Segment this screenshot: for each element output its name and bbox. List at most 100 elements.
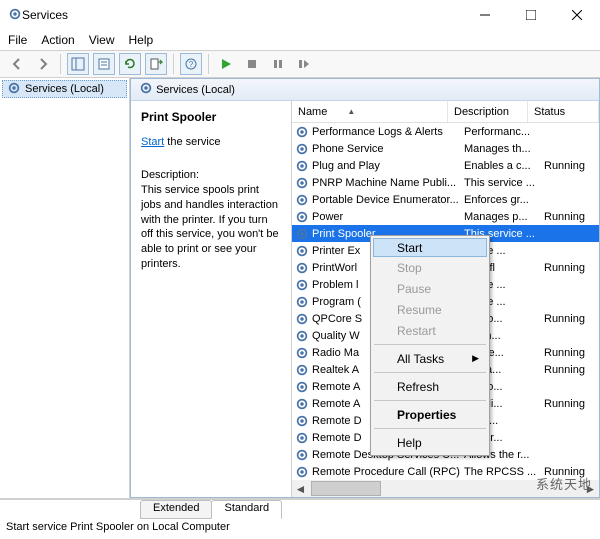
stop-service-button[interactable] (241, 53, 263, 75)
column-status[interactable]: Status (528, 101, 599, 122)
minimize-button[interactable] (462, 0, 508, 30)
service-name: Plug and Play (312, 160, 464, 172)
nav-forward-button[interactable] (32, 53, 54, 75)
maximize-button[interactable] (508, 0, 554, 30)
service-row[interactable]: Plug and PlayEnables a c...Running (292, 157, 599, 174)
gear-icon (294, 430, 310, 446)
service-status: Running (544, 364, 597, 376)
description-label: Description: (141, 168, 281, 183)
start-service-button[interactable] (215, 53, 237, 75)
svg-text:?: ? (189, 60, 194, 69)
gear-icon (294, 294, 310, 310)
service-status: Running (544, 347, 597, 359)
ctx-restart: Restart (373, 320, 487, 341)
service-name: Power (312, 211, 464, 223)
service-status: Running (544, 211, 597, 223)
scroll-thumb[interactable] (311, 481, 381, 496)
tab-extended[interactable]: Extended (140, 500, 212, 519)
column-name[interactable]: Name▲ (292, 101, 448, 122)
right-pane-title: Services (Local) (156, 84, 235, 96)
gear-icon (294, 413, 310, 429)
service-status: Running (544, 313, 597, 325)
service-row[interactable]: Phone ServiceManages th... (292, 140, 599, 157)
service-desc: Manages p... (464, 211, 544, 223)
service-row[interactable]: Performance Logs & AlertsPerformanc... (292, 123, 599, 140)
gear-icon (294, 328, 310, 344)
refresh-button[interactable] (119, 53, 141, 75)
context-menu: Start Stop Pause Resume Restart All Task… (370, 235, 490, 456)
restart-service-button[interactable] (293, 53, 315, 75)
toolbar-separator (60, 54, 61, 74)
service-desc: Performanc... (464, 126, 544, 138)
ctx-start[interactable]: Start (373, 238, 487, 257)
gear-icon (294, 311, 310, 327)
gear-icon (7, 81, 21, 98)
gear-icon (294, 277, 310, 293)
menu-view[interactable]: View (89, 33, 115, 47)
help-button[interactable]: ? (180, 53, 202, 75)
scroll-left-icon[interactable]: ◄ (292, 480, 309, 497)
gear-icon (294, 447, 310, 463)
detail-title: Print Spooler (141, 109, 281, 125)
sort-asc-icon: ▲ (347, 107, 355, 116)
toolbar-separator (208, 54, 209, 74)
tree-root-item[interactable]: Services (Local) (2, 80, 127, 98)
service-name: Portable Device Enumerator... (312, 194, 464, 206)
service-row[interactable]: Portable Device Enumerator...Enforces gr… (292, 191, 599, 208)
gear-icon (294, 260, 310, 276)
ctx-properties[interactable]: Properties (373, 404, 487, 425)
pause-service-button[interactable] (267, 53, 289, 75)
ctx-all-tasks[interactable]: All Tasks▶ (373, 348, 487, 369)
gear-icon (294, 243, 310, 259)
gear-icon (294, 175, 310, 191)
ctx-separator (374, 400, 486, 401)
gear-icon (139, 81, 153, 98)
gear-icon (294, 379, 310, 395)
service-status: Running (544, 466, 597, 478)
gear-icon (294, 124, 310, 140)
menu-help[interactable]: Help (129, 33, 154, 47)
service-row[interactable]: Remote Procedure Call (RPC)The RPCSS ...… (292, 463, 599, 480)
service-status: Running (544, 398, 597, 410)
close-button[interactable] (554, 0, 600, 30)
nav-back-button[interactable] (6, 53, 28, 75)
start-link[interactable]: Start (141, 136, 164, 148)
service-row[interactable]: PowerManages p...Running (292, 208, 599, 225)
gear-icon (294, 396, 310, 412)
service-name: Phone Service (312, 143, 464, 155)
service-desc: This service ... (464, 177, 544, 189)
ctx-separator (374, 372, 486, 373)
gear-icon (294, 345, 310, 361)
window-title: Services (22, 8, 462, 22)
gear-icon (294, 362, 310, 378)
show-hide-tree-button[interactable] (67, 53, 89, 75)
tree-root-label: Services (Local) (25, 83, 104, 95)
export-button[interactable] (145, 53, 167, 75)
service-desc: The RPCSS ... (464, 466, 544, 478)
service-suffix: the service (164, 136, 220, 148)
gear-icon (294, 464, 310, 480)
service-name: PNRP Machine Name Publi... (312, 177, 464, 189)
column-description[interactable]: Description (448, 101, 528, 122)
menu-file[interactable]: File (8, 33, 27, 47)
scroll-right-icon[interactable]: ► (582, 480, 599, 497)
service-row[interactable]: PNRP Machine Name Publi...This service .… (292, 174, 599, 191)
status-bar: Start service Print Spooler on Local Com… (0, 519, 600, 539)
gear-icon (294, 141, 310, 157)
submenu-arrow-icon: ▶ (472, 353, 479, 364)
ctx-separator (374, 344, 486, 345)
detail-pane: Print Spooler Start the service Descript… (131, 101, 291, 497)
properties-button[interactable] (93, 53, 115, 75)
horizontal-scrollbar[interactable]: ◄ ► (292, 480, 599, 497)
toolbar-separator (173, 54, 174, 74)
menu-action[interactable]: Action (41, 33, 74, 47)
description-text: This service spools print jobs and handl… (141, 183, 281, 272)
service-status: Running (544, 262, 597, 274)
ctx-refresh[interactable]: Refresh (373, 376, 487, 397)
gear-icon (294, 209, 310, 225)
ctx-help[interactable]: Help (373, 432, 487, 453)
tab-standard[interactable]: Standard (211, 500, 282, 519)
app-icon (8, 7, 22, 24)
gear-icon (294, 192, 310, 208)
service-name: Remote Procedure Call (RPC) (312, 466, 464, 478)
